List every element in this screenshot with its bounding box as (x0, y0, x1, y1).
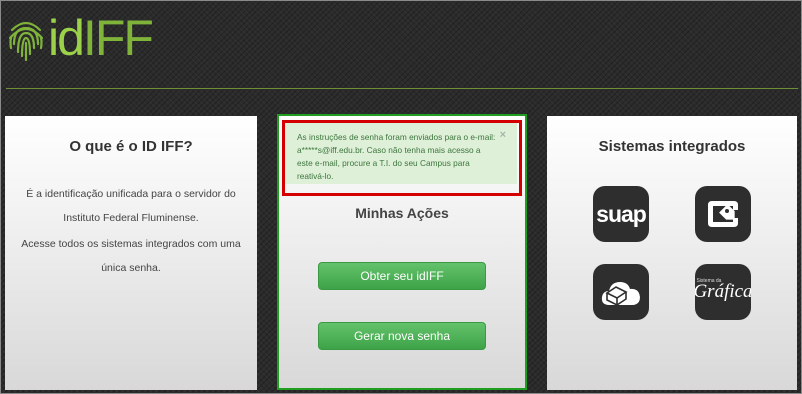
systems-title: Sistemas integrados (598, 138, 746, 155)
actions-card: As instruções de senha foram enviados pa… (277, 114, 527, 390)
get-idiff-button[interactable]: Obter seu idIFF (318, 262, 486, 290)
tag-shape (708, 201, 738, 227)
logo-text: idIFF (48, 10, 154, 66)
fingerprint-icon (8, 21, 44, 62)
about-title: O que é o ID IFF? (69, 138, 193, 155)
suap-icon[interactable]: suap (593, 186, 649, 242)
suap-label: suap (596, 200, 647, 227)
logo[interactable]: idIFF (6, 10, 154, 66)
cloud-box-icon[interactable] (593, 264, 649, 320)
about-paragraph-2: Acesse todos os sistemas integrados com … (21, 238, 241, 274)
actions-title: Minhas Ações (355, 205, 449, 221)
header-divider (6, 88, 798, 89)
grafica-logo: Sistema da Gráfica (695, 278, 751, 303)
grafica-icon[interactable]: Sistema da Gráfica (695, 264, 751, 320)
logo-text-id: id (48, 10, 85, 66)
alert-highlight-box (282, 120, 522, 196)
logo-text-iff: IFF (82, 10, 154, 66)
new-password-button[interactable]: Gerar nova senha (318, 322, 486, 350)
systems-card: Sistemas integrados suap Sistema da Gráf… (547, 116, 797, 390)
about-card: O que é o ID IFF? É a identificação unif… (5, 116, 257, 390)
grafica-small-label: Sistema da (696, 278, 722, 284)
grafica-label: Gráfica (695, 281, 751, 302)
about-paragraph-1: É a identificação unificada para o servi… (26, 188, 236, 224)
cloud-box-shape (601, 282, 640, 307)
tag-icon[interactable] (695, 186, 751, 242)
